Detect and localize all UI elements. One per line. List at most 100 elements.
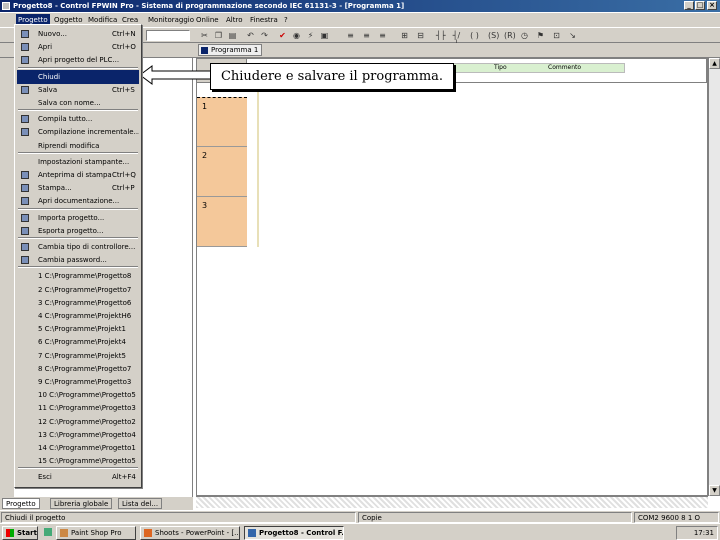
network-line-1[interactable]: 1 [197, 97, 247, 147]
set-coil-icon[interactable]: (S) [488, 31, 499, 40]
menu-item-apri-documentazione[interactable]: Apri documentazione... [17, 194, 139, 208]
save-icon [21, 85, 29, 94]
system-tray-clock[interactable]: 17:31 [676, 526, 718, 540]
menu-item-recent-9[interactable]: 9 C:\Programme\Progetto3 [17, 375, 139, 389]
menu-item-recent-8[interactable]: 8 C:\Programme\Progetto7 [17, 362, 139, 376]
menu-item-label: 9 C:\Programme\Progetto3 [38, 378, 132, 386]
taskbar-paintshop[interactable]: Paint Shop Pro [56, 526, 136, 540]
menu-item-recent-14[interactable]: 14 C:\Programme\Progetto1 [17, 441, 139, 455]
menu-item-recent-1[interactable]: 1 C:\Programme\Progetto8 [17, 269, 139, 283]
menu-item-cambia-tipo-di-controllore[interactable]: Cambia tipo di controllore... [17, 240, 139, 254]
menu-item-importa-progetto[interactable]: Importa progetto... [17, 211, 139, 225]
object-select-combo[interactable] [146, 30, 190, 41]
menu-item-compila-tutto[interactable]: Compila tutto... [17, 112, 139, 126]
contact-nc-icon[interactable]: ┤/├ [452, 31, 461, 49]
menu-item-recent-2[interactable]: 2 C:\Programme\Progetto7 [17, 283, 139, 297]
timer-icon[interactable]: ◷ [520, 31, 529, 40]
menu-altro[interactable]: Altro [224, 14, 245, 26]
menu-item-nuovo[interactable]: Nuovo... Ctrl+N [17, 27, 139, 41]
start-button[interactable]: Start [2, 526, 38, 540]
menu-item-recent-15[interactable]: 15 C:\Programme\Progetto5 [17, 454, 139, 468]
menu-item-recent-7[interactable]: 7 C:\Programme\Projekt5 [17, 349, 139, 363]
menu-item-apri[interactable]: Apri Ctrl+O [17, 40, 139, 54]
contact-no-icon[interactable]: ┤├ [436, 31, 446, 40]
menu-online[interactable]: Online [194, 14, 221, 26]
menu-item-label: 10 C:\Programme\Progetto5 [38, 391, 136, 400]
menu-item-recent-5[interactable]: 5 C:\Programme\Projekt1 [17, 322, 139, 336]
menu-item-label: Cambia password... [38, 256, 107, 265]
menu-item-apri-progetto-del-plc[interactable]: Apri progetto del PLC... [17, 53, 139, 67]
menu-item-salva[interactable]: Salva Ctrl+S [17, 83, 139, 97]
taskbar-powerpoint[interactable]: Shoots - PowerPoint - [... [140, 526, 240, 540]
debug-icon[interactable]: ▣ [320, 31, 329, 40]
coil-icon[interactable]: ( ) [470, 31, 479, 40]
menu-separator [18, 66, 138, 69]
tab-lista[interactable]: Lista del... [118, 498, 163, 509]
menu-item-recent-12[interactable]: 12 C:\Programme\Progetto2 [17, 415, 139, 429]
menu-item-recent-6[interactable]: 6 C:\Programme\Projekt4 [17, 335, 139, 349]
taskbar-fpwin[interactable]: Progetto8 - Control F... [244, 526, 344, 540]
quicklaunch-icon[interactable] [44, 528, 52, 536]
scroll-up-arrow[interactable]: ▲ [709, 58, 720, 69]
close-button[interactable]: × [707, 1, 717, 10]
menu-item-recent-10[interactable]: 10 C:\Programme\Progetto5 [17, 388, 139, 402]
tab-programma-1[interactable]: Programma 1 [198, 44, 263, 56]
align-center-icon[interactable]: ≡ [362, 31, 371, 40]
maximize-button[interactable]: □ [695, 1, 705, 10]
align-right-icon[interactable]: ≡ [378, 31, 387, 40]
menu-item-riprendi-modifica[interactable]: Riprendi modifica [17, 139, 139, 153]
menu-item-salva-con-nome[interactable]: Salva con nome... [17, 96, 139, 110]
copy-icon[interactable]: ❐ [214, 31, 223, 40]
menu-item-recent-4[interactable]: 4 C:\Programme\ProjektH6 [17, 309, 139, 323]
jump-icon[interactable]: ↘ [568, 31, 577, 40]
app-icon[interactable] [2, 2, 10, 10]
menu-separator [18, 467, 138, 470]
scroll-down-arrow[interactable]: ▼ [709, 485, 720, 496]
minimize-button[interactable]: _ [684, 1, 694, 10]
paste-icon[interactable]: ▤ [228, 31, 237, 40]
menu-item-label: 2 C:\Programme\Progetto7 [38, 285, 132, 294]
redo-icon[interactable]: ↷ [260, 31, 269, 40]
declaration-header-row: Tipo Commento [447, 63, 625, 73]
menu-finestra[interactable]: Finestra [248, 14, 280, 26]
menu-item-stampa[interactable]: Stampa... Ctrl+P [17, 181, 139, 195]
menu-item-label: Anteprima di stampa [38, 171, 112, 179]
menu-item-esporta-progetto[interactable]: Esporta progetto... [17, 224, 139, 238]
delete-line-icon[interactable]: ⊟ [416, 31, 425, 40]
menu-item-label: Apri progetto del PLC... [38, 56, 120, 65]
tab-progetto[interactable]: Progetto [2, 498, 40, 509]
cut-icon[interactable]: ✂ [200, 31, 209, 40]
reset-coil-icon[interactable]: (R) [504, 31, 516, 40]
network-line-3[interactable]: 3 [197, 197, 247, 247]
line-number: 1 [202, 102, 208, 111]
menu-item-recent-16[interactable]: Esci Alt+F4 [17, 470, 139, 484]
status-comm: COM2 9600 8 1 O [634, 512, 719, 523]
menu-separator [18, 151, 138, 154]
tab-libreria-globale[interactable]: Libreria globale [50, 498, 113, 509]
menu-help[interactable]: ? [282, 14, 290, 26]
menu-item-chiudi[interactable]: Chiudi [17, 69, 139, 84]
compile-check-icon[interactable]: ✔ [278, 31, 287, 40]
align-left-icon[interactable]: ≡ [346, 31, 355, 40]
menu-item-impostazioni-stampante[interactable]: Impostazioni stampante... [17, 155, 139, 169]
insert-line-icon[interactable]: ⊞ [400, 31, 409, 40]
network-line-2[interactable]: 2 [197, 147, 247, 197]
editor-vertical-scrollbar[interactable]: ▲ ▼ [708, 58, 720, 496]
monitor-icon[interactable]: ◉ [292, 31, 301, 40]
title-bar[interactable]: Progetto8 - Control FPWIN Pro - Sistema … [0, 0, 720, 12]
menu-item-recent-3[interactable]: 3 C:\Programme\Progetto6 [17, 296, 139, 310]
menu-item-label: Cambia tipo di controllore... [38, 243, 136, 251]
undo-icon[interactable]: ↶ [246, 31, 255, 40]
online-icon[interactable]: ⚡ [306, 31, 315, 40]
editor-horizontal-scrollbar[interactable] [196, 496, 708, 508]
flag-icon[interactable]: ⚑ [536, 31, 545, 40]
menu-item-recent-11[interactable]: 11 C:\Programme\Progetto3 [17, 401, 139, 415]
menu-monitoraggio[interactable]: Monitoraggio [146, 14, 196, 26]
function-block-icon[interactable]: ⊡ [552, 31, 561, 40]
ladder-editor[interactable]: Tipo Commento 1 2 3 [196, 58, 708, 496]
menu-item-cambia-password[interactable]: Cambia password... [17, 253, 139, 267]
menu-item-anteprima-di-stampa[interactable]: Anteprima di stampa Ctrl+Q [17, 168, 139, 182]
menu-item-recent-13[interactable]: 13 C:\Programme\Progetto4 [17, 428, 139, 442]
menu-item-compilazione-incrementale[interactable]: Compilazione incrementale... [17, 125, 139, 139]
menu-item-label: Impostazioni stampante... [38, 157, 130, 166]
